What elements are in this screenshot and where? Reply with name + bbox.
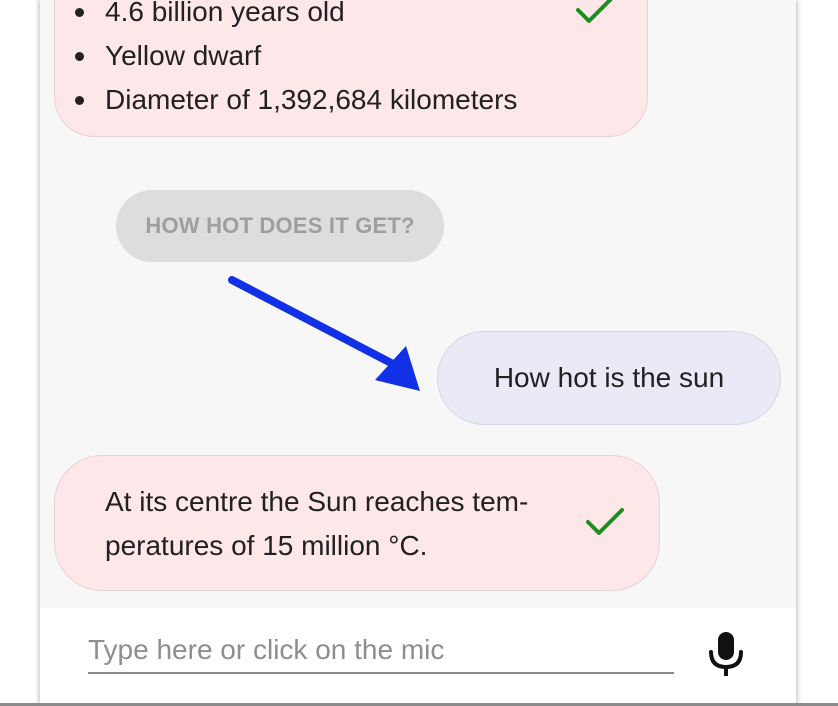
suggestion-chip[interactable]: HOW HOT DOES IT GET? bbox=[116, 190, 444, 262]
mic-icon[interactable] bbox=[706, 630, 746, 680]
check-icon bbox=[575, 0, 615, 26]
message-input[interactable] bbox=[88, 628, 674, 674]
bullet-icon bbox=[75, 8, 84, 17]
check-icon bbox=[585, 506, 625, 538]
list-item: Diameter of 1,392,684 kilometers bbox=[75, 78, 517, 122]
bullet-icon bbox=[75, 52, 84, 61]
bot-message-facts: 4.6 billion years old Yellow dwarf Diame… bbox=[54, 0, 648, 137]
fact-text: Yellow dwarf bbox=[105, 40, 262, 71]
bullet-icon bbox=[75, 96, 84, 105]
facts-list: 4.6 billion years old Yellow dwarf Diame… bbox=[75, 0, 517, 122]
chat-window: 4.6 billion years old Yellow dwarf Diame… bbox=[40, 0, 796, 706]
fact-text: Diameter of 1,392,684 kilometers bbox=[105, 84, 518, 115]
user-message-text: How hot is the sun bbox=[493, 362, 725, 393]
user-message: How hot is the sun bbox=[437, 331, 781, 425]
fact-text: 4.6 billion years old bbox=[105, 0, 345, 27]
bot-message-answer: At its centre the Sun reaches tem-peratu… bbox=[54, 455, 660, 591]
arrow-annotation bbox=[228, 276, 420, 391]
list-item: Yellow dwarf bbox=[75, 34, 517, 78]
bot-answer-text: At its centre the Sun reaches tem-peratu… bbox=[105, 486, 529, 561]
input-bar bbox=[40, 608, 796, 706]
list-item: 4.6 billion years old bbox=[75, 0, 517, 34]
